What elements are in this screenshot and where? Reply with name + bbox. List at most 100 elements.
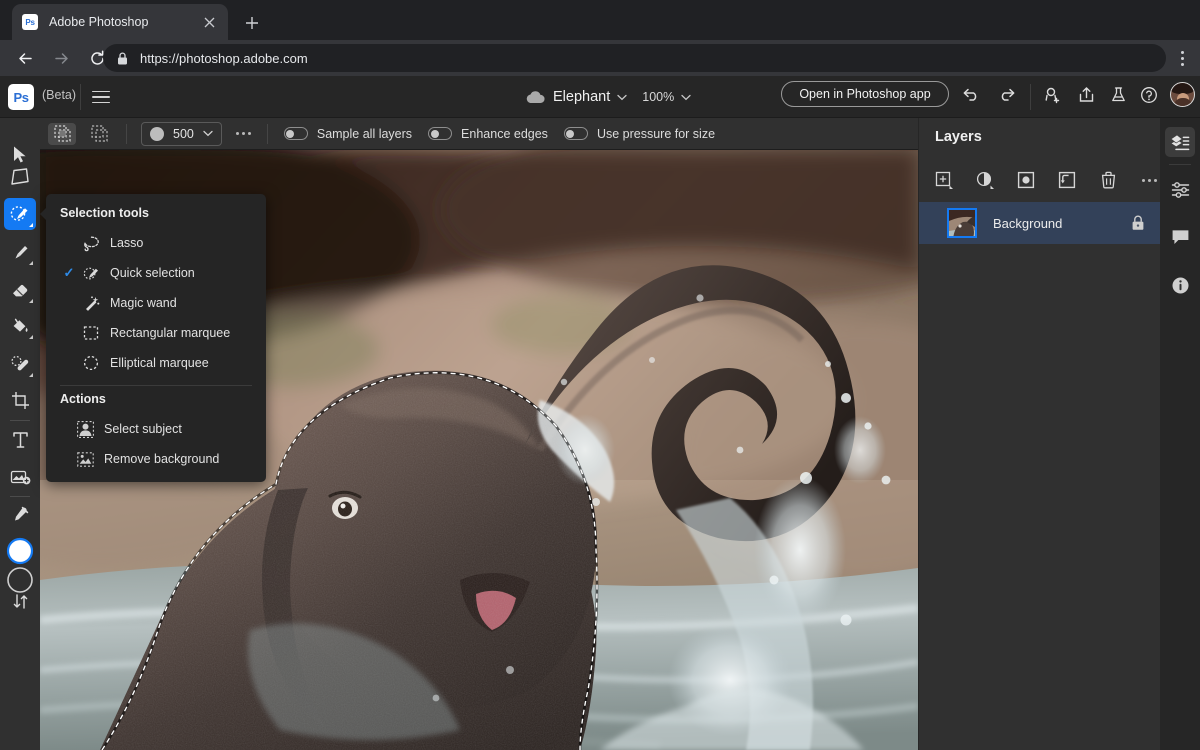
brush-size-control[interactable]: 500 — [141, 121, 222, 146]
use-pressure-label: Use pressure for size — [596, 126, 716, 141]
type-tool[interactable] — [4, 424, 36, 456]
foreground-color-swatch[interactable] — [6, 537, 34, 565]
flyout-heading: Selection tools — [60, 206, 149, 220]
layer-name: Background — [993, 215, 1063, 231]
flyout-action-select-subject[interactable]: Select subject — [46, 414, 266, 444]
tools-panel — [0, 118, 40, 750]
photoshop-favicon: Ps — [22, 14, 38, 30]
clipping-mask-icon[interactable] — [1056, 169, 1078, 191]
generative-fill-tool[interactable] — [4, 460, 36, 492]
lock-icon — [117, 51, 128, 65]
rectangular-marquee-icon — [78, 325, 104, 341]
layer-thumbnail — [947, 208, 977, 238]
tool-expand-corner-icon[interactable] — [29, 223, 33, 227]
flyout-item-label: Lasso — [110, 236, 144, 250]
healing-brush-tool[interactable] — [4, 348, 36, 380]
flyout-item-rectangular-marquee[interactable]: Rectangular marquee — [46, 318, 266, 348]
adjustment-layer-icon[interactable] — [974, 169, 996, 191]
lock-icon[interactable] — [1131, 215, 1145, 231]
quick-selection-icon — [78, 265, 104, 282]
divider — [80, 84, 81, 110]
brush-tool[interactable] — [4, 236, 36, 268]
checkmark-icon: ✓ — [63, 265, 75, 280]
more-options-icon[interactable] — [1138, 169, 1160, 191]
flyout-item-magic-wand[interactable]: Magic wand — [46, 288, 266, 318]
sample-all-layers-toggle[interactable] — [283, 127, 308, 140]
divider — [1169, 164, 1191, 165]
layer-mask-icon[interactable] — [1015, 169, 1037, 191]
chevron-down-icon[interactable] — [203, 130, 213, 137]
remove-background-icon — [72, 451, 98, 467]
document-name[interactable]: Elephant — [553, 89, 610, 105]
document-info: Elephant 100% — [525, 84, 691, 110]
eyedropper-tool[interactable] — [4, 498, 36, 530]
zoom-level[interactable]: 100% — [642, 90, 674, 104]
paint-bucket-tool[interactable] — [4, 310, 36, 342]
new-tab-icon[interactable] — [240, 11, 264, 35]
forward-icon — [46, 43, 76, 73]
avatar[interactable] — [1170, 82, 1195, 107]
rail-info[interactable] — [1165, 270, 1195, 300]
crop-tool[interactable] — [4, 384, 36, 416]
eraser-tool[interactable] — [4, 274, 36, 306]
flyout-item-quick-selection[interactable]: ✓ Quick selection — [46, 258, 266, 288]
use-pressure-toggle[interactable] — [563, 127, 588, 140]
open-in-photoshop-app-button[interactable]: Open in Photoshop app — [781, 81, 949, 107]
more-options-icon[interactable] — [235, 132, 251, 135]
tool-expand-corner-icon[interactable] — [29, 299, 33, 303]
right-rail — [1160, 118, 1200, 750]
browser-tab-bar: Ps Adobe Photoshop — [0, 0, 1200, 40]
transform-tool[interactable] — [4, 160, 36, 192]
sample-all-layers-label: Sample all layers — [316, 126, 413, 141]
browser-window: Ps Adobe Photoshop https://photoshop.ado… — [0, 0, 1200, 750]
tool-expand-corner-icon[interactable] — [29, 261, 33, 265]
browser-tab[interactable]: Ps Adobe Photoshop — [12, 4, 228, 40]
layers-toolbar — [919, 162, 1161, 198]
rail-comments[interactable] — [1165, 222, 1195, 252]
add-layer-icon[interactable] — [933, 169, 955, 191]
beta-label: (Beta) — [42, 88, 77, 102]
swap-arrows-icon[interactable] — [4, 585, 36, 617]
photoshop-logo[interactable]: Ps — [8, 84, 34, 110]
add-collaborator-icon[interactable] — [1040, 82, 1065, 107]
share-icon[interactable] — [1074, 82, 1099, 107]
back-icon[interactable] — [10, 43, 40, 73]
rail-adjustments[interactable] — [1165, 174, 1195, 204]
rail-layers[interactable] — [1165, 127, 1195, 157]
divider — [10, 420, 30, 421]
divider — [10, 496, 30, 497]
tool-expand-corner-icon[interactable] — [29, 373, 33, 377]
flask-icon[interactable] — [1106, 82, 1131, 107]
panel-title: Layers — [935, 129, 982, 145]
chevron-down-icon[interactable] — [617, 94, 627, 101]
divider — [1030, 84, 1031, 110]
table-row[interactable]: Background — [919, 202, 1161, 244]
flyout-item-elliptical-marquee[interactable]: Elliptical marquee — [46, 348, 266, 378]
help-icon[interactable] — [1136, 82, 1161, 107]
tool-expand-corner-icon[interactable] — [29, 335, 33, 339]
selection-tools-flyout: Selection tools Lasso ✓ Quick selection — [40, 194, 266, 482]
select-subject-icon — [72, 420, 98, 438]
magic-wand-icon — [78, 295, 104, 312]
address-bar[interactable]: https://photoshop.adobe.com — [103, 44, 1166, 72]
hamburger-icon[interactable] — [92, 86, 114, 108]
flyout-action-remove-background[interactable]: Remove background — [46, 444, 266, 474]
kebab-menu-icon[interactable] — [1172, 47, 1192, 69]
tab-title: Adobe Photoshop — [49, 15, 149, 29]
subtract-from-selection-icon[interactable] — [85, 123, 113, 145]
enhance-edges-toggle[interactable] — [428, 127, 453, 140]
close-icon[interactable] — [200, 13, 218, 31]
elliptical-marquee-icon — [78, 355, 104, 371]
flyout-item-lasso[interactable]: Lasso — [46, 228, 266, 258]
quick-selection-tool[interactable] — [4, 198, 36, 230]
add-to-selection-icon[interactable] — [48, 122, 76, 145]
undo-icon[interactable] — [958, 82, 983, 107]
trash-icon[interactable] — [1097, 169, 1119, 191]
layers-panel: Layers Background — [918, 118, 1161, 750]
flyout-item-label: Rectangular marquee — [110, 326, 231, 340]
flyout-item-label: Elliptical marquee — [110, 356, 209, 370]
zoom-chevron-down-icon[interactable] — [681, 94, 691, 101]
redo-icon[interactable] — [995, 82, 1020, 107]
divider — [266, 123, 268, 144]
flyout-item-label: Magic wand — [110, 296, 177, 310]
